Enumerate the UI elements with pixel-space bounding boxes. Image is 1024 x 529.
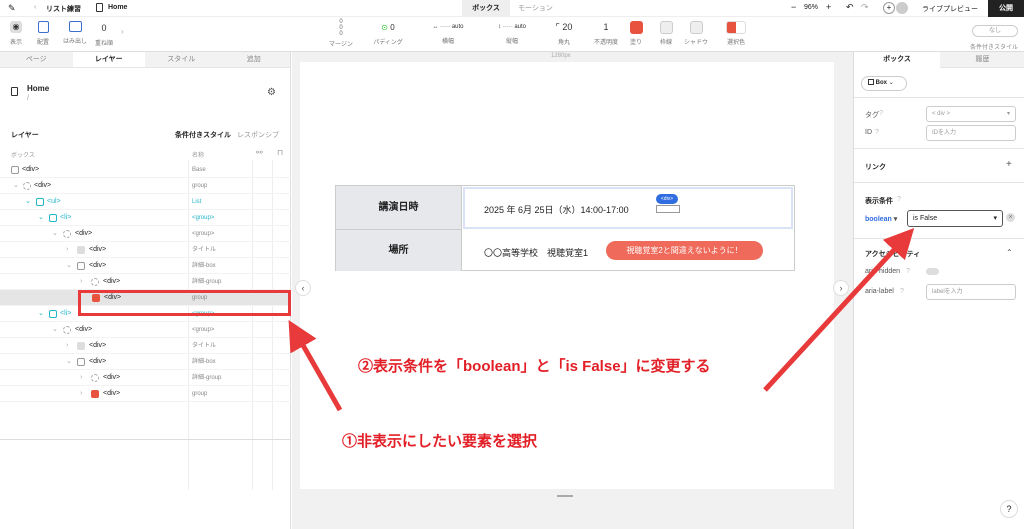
- annotation-step2: ②表示条件を「boolean」と「is False」に変更する: [358, 358, 711, 375]
- annotation-step1: ①非表示にしたい要素を選択: [342, 433, 538, 450]
- arrow-to-layer: [288, 319, 343, 412]
- arrow-to-condition: [763, 227, 915, 392]
